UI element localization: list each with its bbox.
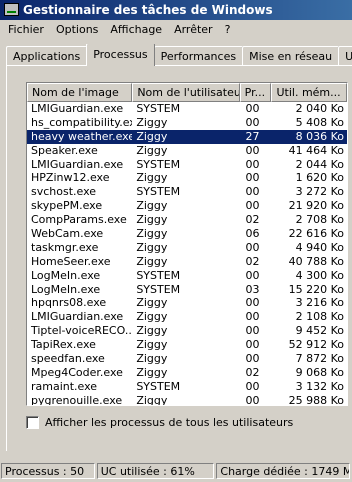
tab-panel: [6, 65, 352, 451]
window-title: Gestionnaire des tâches de Windows: [23, 3, 273, 17]
tab-mise-en-reseau[interactable]: Mise en réseau: [242, 46, 340, 66]
task-manager-icon: [4, 3, 19, 16]
title-bar: Gestionnaire des tâches de Windows: [0, 0, 352, 20]
tab-processus[interactable]: Processus: [86, 44, 155, 66]
status-cpu: UC utilisée : 61%: [96, 463, 215, 479]
menu-affichage[interactable]: Affichage: [104, 21, 168, 38]
menu-options[interactable]: Options: [50, 21, 104, 38]
menu-help[interactable]: ?: [219, 21, 237, 38]
tab-applications[interactable]: Applications: [6, 46, 88, 66]
tab-performances[interactable]: Performances: [153, 46, 244, 66]
menu-fichier[interactable]: Fichier: [2, 21, 50, 38]
tab-strip: Applications Processus Performances Mise…: [6, 44, 352, 66]
menu-arreter[interactable]: Arrêter: [168, 21, 219, 38]
menu-bar: Fichier Options Affichage Arrêter ?: [0, 20, 352, 39]
tab-utilisateurs[interactable]: Utilisateurs: [338, 46, 352, 66]
status-bar: Processus : 50 UC utilisée : 61% Charge …: [0, 460, 352, 482]
status-commit: Charge dédiée : 1749 Mo /: [216, 463, 350, 479]
status-processes: Processus : 50: [1, 463, 95, 479]
